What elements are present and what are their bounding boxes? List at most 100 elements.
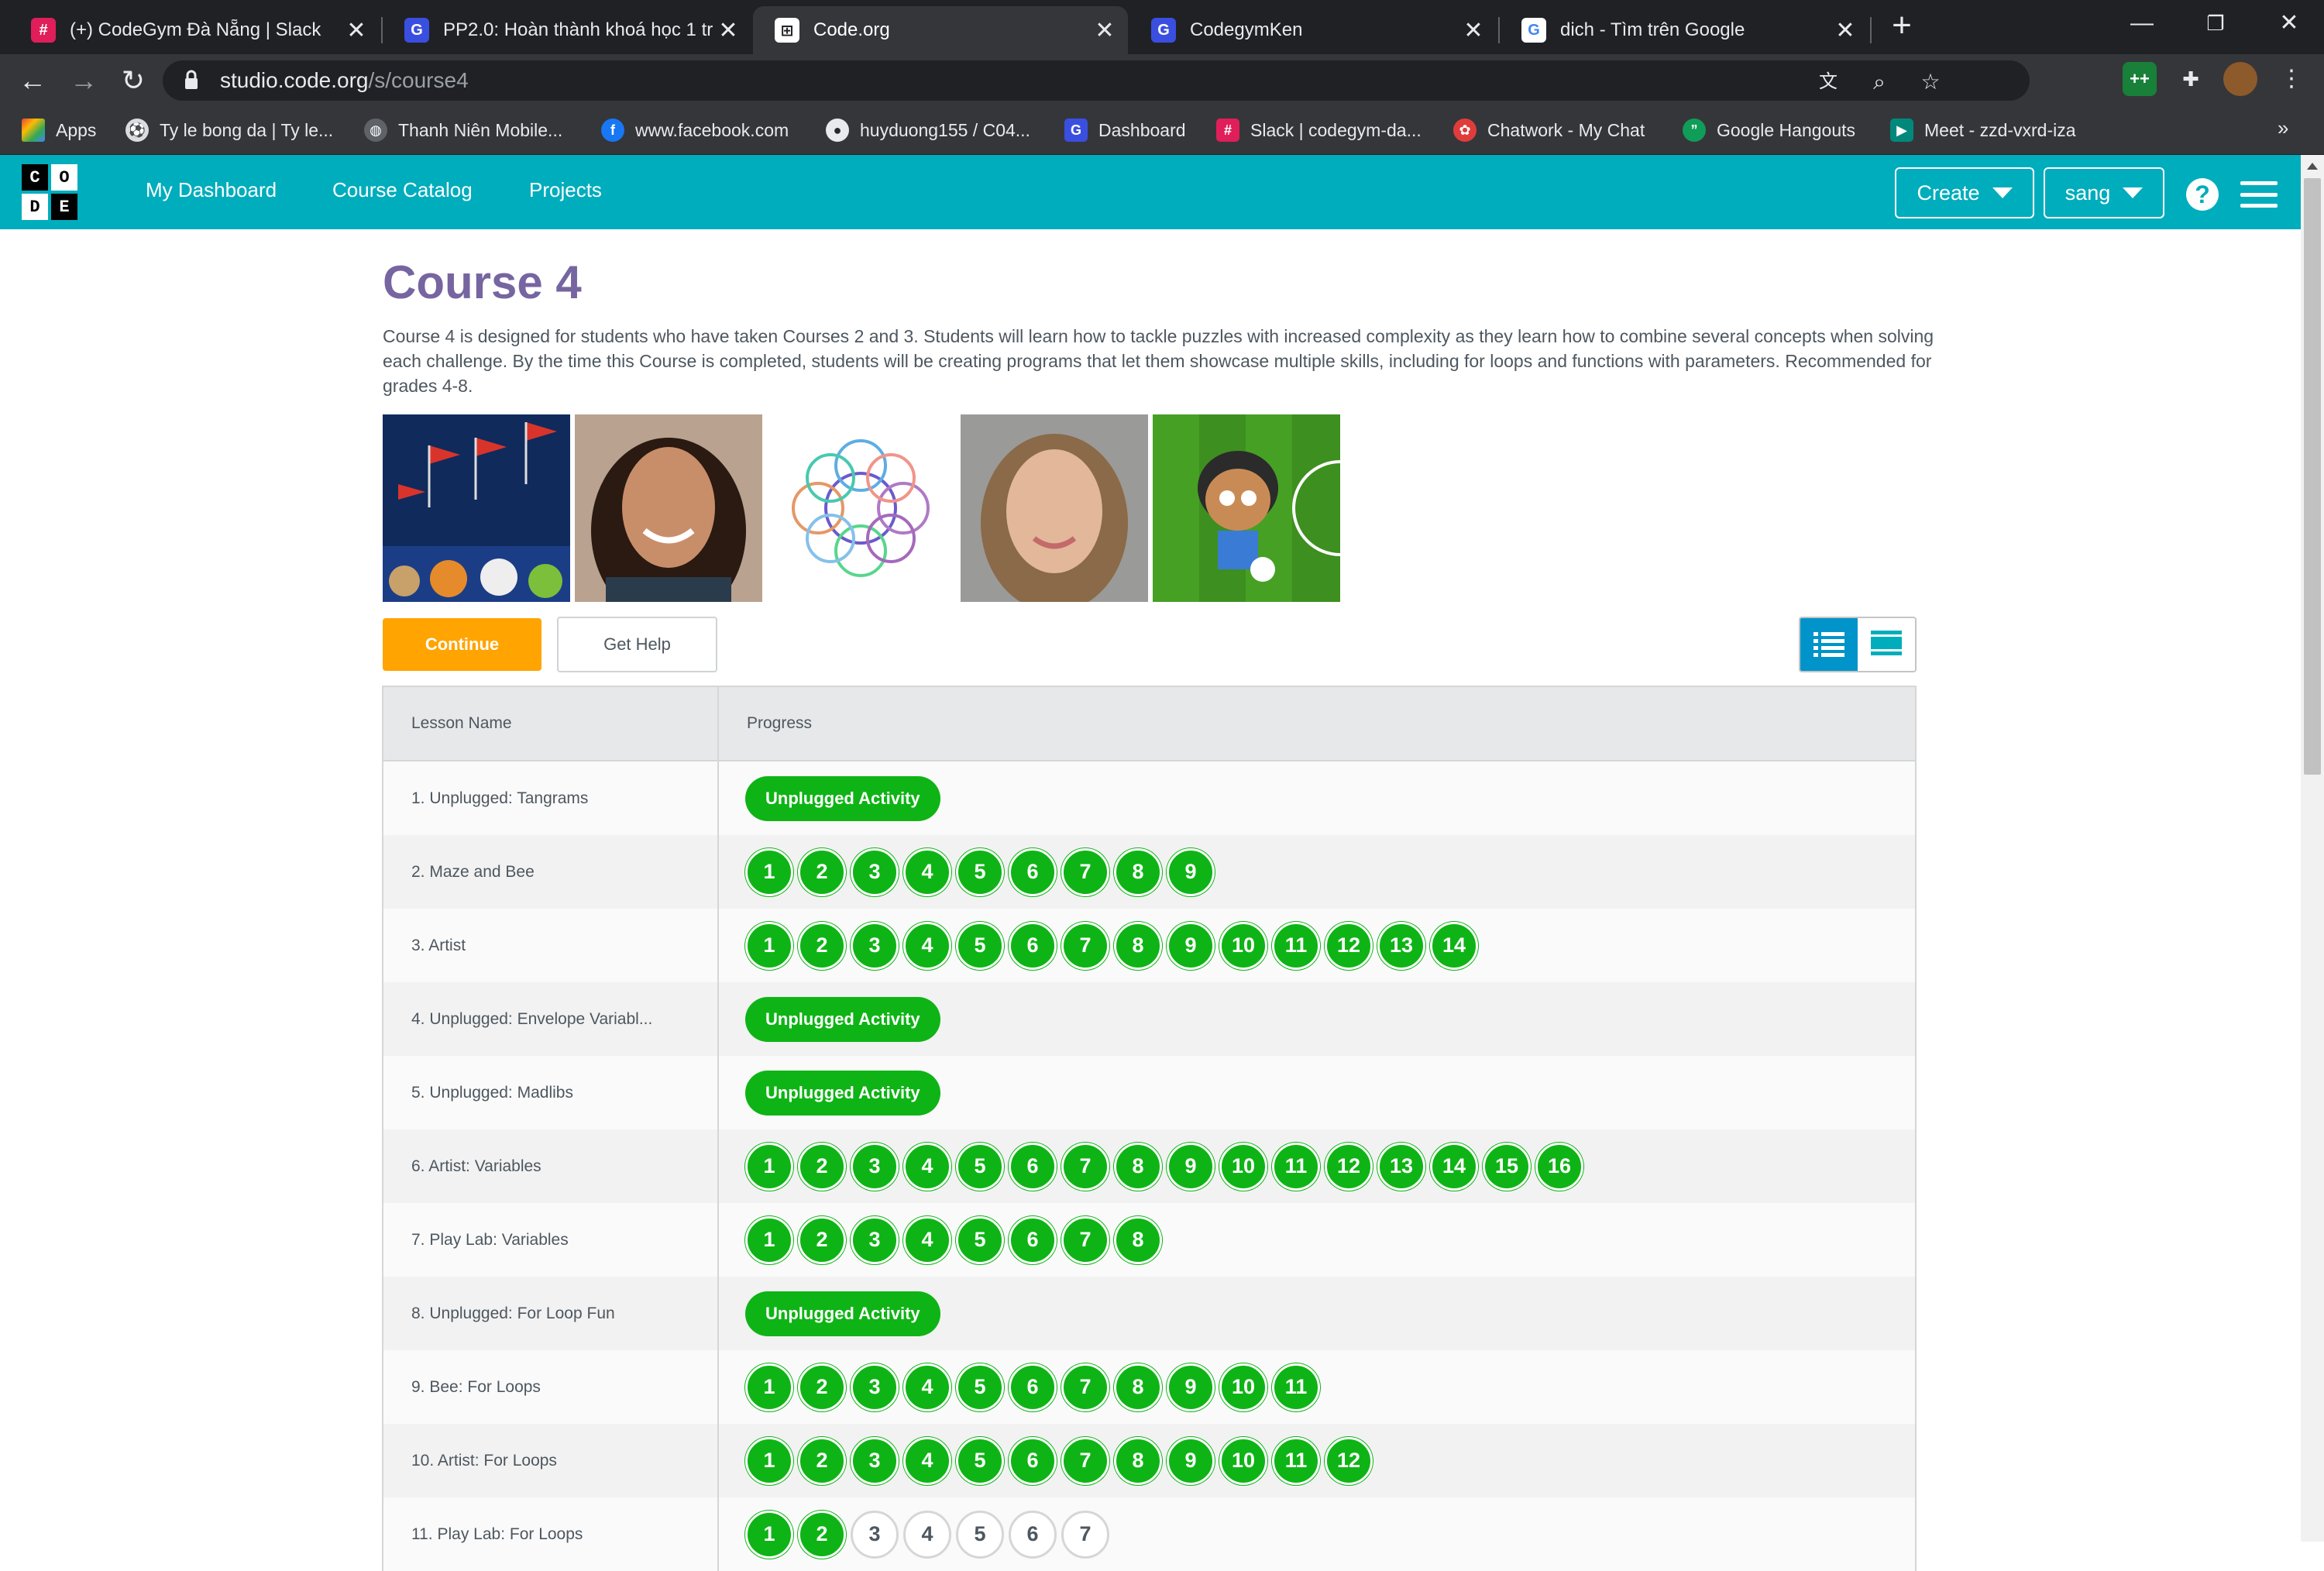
list-view-button[interactable]: [1800, 618, 1858, 671]
level-bubble-completed[interactable]: 6: [1009, 921, 1057, 970]
level-bubble-completed[interactable]: 12: [1325, 1142, 1373, 1191]
level-bubble-completed[interactable]: 5: [956, 1363, 1004, 1411]
level-bubble-completed[interactable]: 7: [1061, 1215, 1109, 1264]
bookmark-item[interactable]: # Slack | codegym-da...: [1216, 116, 1422, 144]
zoom-icon[interactable]: ⌕: [1864, 67, 1895, 98]
level-bubble-completed[interactable]: 5: [956, 921, 1004, 970]
extensions-puzzle-icon[interactable]: ✚: [2174, 62, 2208, 96]
code-org-logo[interactable]: CODE: [22, 164, 77, 220]
unplugged-activity-pill[interactable]: Unplugged Activity: [745, 775, 940, 821]
level-bubble-completed[interactable]: 1: [745, 847, 793, 896]
new-tab-button[interactable]: +: [1882, 6, 1921, 45]
continue-button[interactable]: Continue: [383, 618, 541, 671]
lesson-name[interactable]: 3. Artist: [383, 909, 719, 982]
level-bubble-completed[interactable]: 8: [1114, 1436, 1162, 1485]
level-bubble-completed[interactable]: 13: [1377, 921, 1425, 970]
level-bubble-completed[interactable]: 4: [903, 921, 951, 970]
minimize-window-button[interactable]: —: [2107, 0, 2177, 46]
extension-icon[interactable]: ++: [2123, 62, 2157, 96]
nav-projects[interactable]: Projects: [529, 178, 602, 202]
level-bubble-completed[interactable]: 7: [1061, 1142, 1109, 1191]
level-bubble-completed[interactable]: 3: [851, 921, 899, 970]
browser-tab[interactable]: # (+) CodeGym Đà Nẵng | Slack ✕: [9, 6, 380, 54]
level-bubble-completed[interactable]: 5: [956, 1142, 1004, 1191]
level-bubble-completed[interactable]: 15: [1483, 1142, 1531, 1191]
restore-window-button[interactable]: ❐: [2181, 0, 2250, 46]
level-bubble-completed[interactable]: 8: [1114, 1363, 1162, 1411]
bookmark-item[interactable]: ✿ Chatwork - My Chat: [1453, 116, 1645, 144]
level-bubble-not-started[interactable]: 3: [851, 1510, 899, 1559]
unplugged-activity-pill[interactable]: Unplugged Activity: [745, 1291, 940, 1336]
level-bubble-completed[interactable]: 1: [745, 1363, 793, 1411]
level-bubble-completed[interactable]: 12: [1325, 1436, 1373, 1485]
level-bubble-completed[interactable]: 3: [851, 1215, 899, 1264]
level-bubble-completed[interactable]: 3: [851, 1363, 899, 1411]
level-bubble-completed[interactable]: 6: [1009, 1215, 1057, 1264]
level-bubble-completed[interactable]: 1: [745, 1436, 793, 1485]
lesson-name[interactable]: 9. Bee: For Loops: [383, 1350, 719, 1424]
lesson-name[interactable]: 4. Unplugged: Envelope Variabl...: [383, 982, 719, 1056]
level-bubble-completed[interactable]: 9: [1167, 847, 1215, 896]
level-bubble-completed[interactable]: 11: [1272, 1436, 1320, 1485]
level-bubble-completed[interactable]: 3: [851, 1142, 899, 1191]
browser-tab-active[interactable]: ⊞ Code.org ✕: [753, 6, 1128, 54]
level-bubble-completed[interactable]: 7: [1061, 1436, 1109, 1485]
get-help-button[interactable]: Get Help: [557, 617, 717, 672]
level-bubble-completed[interactable]: 11: [1272, 1142, 1320, 1191]
level-bubble-not-started[interactable]: 6: [1009, 1510, 1057, 1559]
level-bubble-completed[interactable]: 2: [798, 1142, 846, 1191]
lesson-name[interactable]: 1. Unplugged: Tangrams: [383, 761, 719, 835]
close-tab-icon[interactable]: ✕: [341, 17, 372, 44]
browser-menu-icon[interactable]: ⋮: [2274, 62, 2309, 96]
level-bubble-not-started[interactable]: 5: [956, 1510, 1004, 1559]
level-bubble-completed[interactable]: 2: [798, 921, 846, 970]
level-bubble-completed[interactable]: 5: [956, 1215, 1004, 1264]
level-bubble-completed[interactable]: 10: [1219, 921, 1267, 970]
level-bubble-completed[interactable]: 4: [903, 847, 951, 896]
level-bubble-completed[interactable]: 2: [798, 1215, 846, 1264]
lesson-name[interactable]: 11. Play Lab: For Loops: [383, 1497, 719, 1571]
level-bubble-completed[interactable]: 2: [798, 1436, 846, 1485]
bookmark-item[interactable]: f www.facebook.com: [601, 116, 789, 144]
level-bubble-completed[interactable]: 7: [1061, 847, 1109, 896]
close-tab-icon[interactable]: ✕: [1458, 17, 1489, 44]
close-tab-icon[interactable]: ✕: [1830, 17, 1861, 44]
level-bubble-completed[interactable]: 4: [903, 1363, 951, 1411]
level-bubble-completed[interactable]: 16: [1535, 1142, 1583, 1191]
level-bubble-not-started[interactable]: 4: [903, 1510, 951, 1559]
level-bubble-completed[interactable]: 6: [1009, 1363, 1057, 1411]
help-icon[interactable]: ?: [2186, 178, 2219, 211]
url-text[interactable]: studio.code.org/s/course4: [220, 68, 469, 93]
level-bubble-completed[interactable]: 5: [956, 1436, 1004, 1485]
level-bubble-completed[interactable]: 9: [1167, 1363, 1215, 1411]
level-bubble-completed[interactable]: 4: [903, 1142, 951, 1191]
level-bubble-completed[interactable]: 4: [903, 1215, 951, 1264]
address-bar[interactable]: studio.code.org/s/course4 文 ⌕ ☆: [163, 60, 2030, 101]
level-bubble-completed[interactable]: 14: [1430, 921, 1478, 970]
lesson-name[interactable]: 10. Artist: For Loops: [383, 1424, 719, 1497]
forward-icon[interactable]: →: [67, 64, 101, 98]
unplugged-activity-pill[interactable]: Unplugged Activity: [745, 1070, 940, 1116]
level-bubble-completed[interactable]: 9: [1167, 1436, 1215, 1485]
level-bubble-completed[interactable]: 2: [798, 847, 846, 896]
level-bubble-completed[interactable]: 9: [1167, 1142, 1215, 1191]
lesson-name[interactable]: 8. Unplugged: For Loop Fun: [383, 1277, 719, 1350]
create-dropdown-button[interactable]: Create: [1895, 167, 2034, 218]
level-bubble-completed[interactable]: 3: [851, 1436, 899, 1485]
level-bubble-completed[interactable]: 8: [1114, 847, 1162, 896]
unplugged-activity-pill[interactable]: Unplugged Activity: [745, 996, 940, 1042]
level-bubble-completed[interactable]: 6: [1009, 1436, 1057, 1485]
level-bubble-completed[interactable]: 7: [1061, 1363, 1109, 1411]
browser-tab[interactable]: G CodegymKen ✕: [1129, 6, 1497, 54]
bookmark-item[interactable]: ● huyduong155 / C04...: [826, 116, 1030, 144]
translate-icon[interactable]: 文: [1813, 67, 1844, 98]
browser-tab[interactable]: G dich - Tìm trên Google ✕: [1500, 6, 1868, 54]
close-tab-icon[interactable]: ✕: [1089, 17, 1120, 44]
level-bubble-not-started[interactable]: 7: [1061, 1510, 1109, 1559]
browser-tab[interactable]: G PP2.0: Hoàn thành khoá học 1 trên ✕: [383, 6, 751, 54]
lesson-name[interactable]: 5. Unplugged: Madlibs: [383, 1056, 719, 1129]
bookmark-item[interactable]: ▶ Meet - zzd-vxrd-iza: [1890, 116, 2076, 144]
lesson-name[interactable]: 2. Maze and Bee: [383, 835, 719, 909]
level-bubble-completed[interactable]: 1: [745, 1142, 793, 1191]
profile-avatar[interactable]: [2223, 62, 2257, 96]
